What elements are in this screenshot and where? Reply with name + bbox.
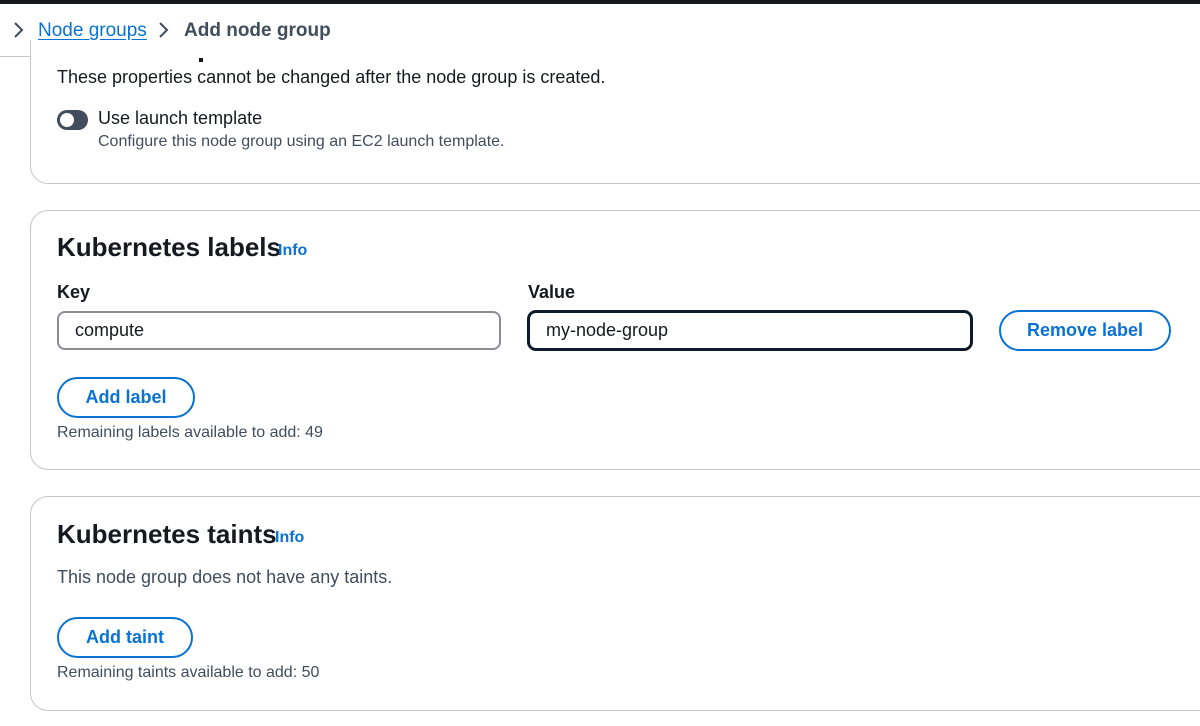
launch-template-toggle-description: Configure this node group using an EC2 l… — [98, 133, 505, 150]
add-label-button[interactable]: Add label — [57, 377, 195, 418]
chevron-right-icon — [157, 22, 171, 38]
kubernetes-labels-info-link[interactable]: Info — [278, 242, 307, 260]
breadcrumb-current-page: Add node group — [184, 20, 331, 41]
chevron-right-icon — [12, 22, 26, 38]
label-value-input[interactable] — [528, 311, 972, 350]
remaining-labels-text: Remaining labels available to add: 49 — [57, 424, 323, 441]
toggle-knob — [60, 113, 74, 127]
breadcrumb-link-node-groups[interactable]: Node groups — [38, 20, 147, 42]
remove-label-button[interactable]: Remove label — [999, 310, 1171, 351]
value-field-label: Value — [528, 282, 576, 302]
key-field-label: Key — [57, 282, 91, 302]
label-key-input[interactable] — [57, 311, 501, 350]
taints-empty-message: This node group does not have any taints… — [57, 567, 393, 587]
kubernetes-taints-title: Kubernetes taints — [57, 519, 277, 549]
configuration-description: These properties cannot be changed after… — [57, 67, 606, 87]
launch-template-toggle-label: Use launch template — [98, 108, 263, 128]
launch-template-toggle[interactable] — [57, 110, 88, 130]
kubernetes-taints-info-link[interactable]: Info — [275, 529, 304, 547]
kubernetes-labels-title: Kubernetes labels — [57, 232, 281, 262]
clipped-heading-fragment — [199, 58, 203, 62]
remaining-taints-text: Remaining taints available to add: 50 — [57, 664, 320, 681]
add-taint-button[interactable]: Add taint — [57, 617, 193, 658]
